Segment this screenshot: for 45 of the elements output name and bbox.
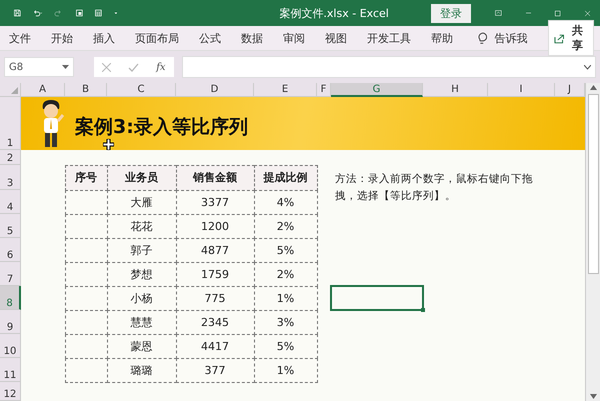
login-button[interactable]: 登录 — [430, 4, 471, 22]
row-header[interactable]: 8 — [0, 286, 21, 310]
column-header[interactable]: I — [488, 83, 555, 97]
row-header[interactable]: 10 — [0, 334, 21, 358]
column-header[interactable]: A — [21, 83, 65, 97]
row-header[interactable]: 1 — [0, 97, 21, 150]
ribbon-tab[interactable]: 开发工具 — [367, 30, 411, 46]
ribbon-tab[interactable]: 视图 — [325, 30, 347, 46]
ribbon-tab[interactable]: 插入 — [93, 30, 115, 46]
ribbon-tab[interactable]: 公式 — [199, 30, 221, 46]
ribbon-tab[interactable]: 文件 — [9, 30, 31, 46]
column-header[interactable]: D — [176, 83, 254, 97]
table-header-cell: 业务员 — [106, 164, 176, 190]
table-header-cell: 提成比例 — [254, 164, 318, 190]
row-header[interactable]: 11 — [0, 358, 21, 382]
row-header[interactable]: 3 — [0, 165, 21, 190]
row-header[interactable]: 12 — [0, 382, 21, 401]
name-box[interactable]: G8 — [4, 57, 74, 77]
ribbon-tab[interactable]: 帮助 — [431, 30, 453, 46]
share-button[interactable]: 共享 — [548, 20, 594, 56]
row-header[interactable]: 4 — [0, 190, 21, 214]
column-header[interactable]: E — [254, 83, 317, 97]
note-text: 方法：录入前两个数字，鼠标右键向下拖拽，选择【等比序列】。 — [334, 172, 534, 204]
table-header-cell: 销售金额 — [176, 164, 254, 190]
window-title: 案例文件.xlsx - Excel — [279, 6, 389, 20]
column-header[interactable]: H — [423, 83, 488, 97]
table-cell: 1% — [254, 358, 318, 382]
row-header[interactable]: 7 — [0, 262, 21, 286]
row-header[interactable]: 5 — [0, 214, 21, 238]
column-header[interactable]: J — [555, 83, 585, 97]
column-header[interactable]: G — [331, 83, 423, 97]
insert-function-button[interactable]: fx — [156, 62, 166, 72]
ribbon-tab[interactable]: 开始 — [51, 30, 73, 46]
row-header[interactable]: 6 — [0, 238, 21, 262]
tell-me-field[interactable]: 告诉我 — [494, 30, 528, 46]
ribbon-tab[interactable]: 页面布局 — [135, 30, 179, 46]
column-header[interactable]: F — [317, 83, 331, 97]
ribbon-tab[interactable]: 数据 — [241, 30, 263, 46]
row-header[interactable]: 9 — [0, 310, 21, 334]
table-header-cell: 序号 — [64, 164, 108, 190]
column-header[interactable]: B — [65, 83, 107, 97]
column-header[interactable]: C — [107, 83, 176, 97]
row-header[interactable]: 2 — [0, 150, 21, 165]
banner-title: 案例3:录入等比序列 — [75, 114, 248, 140]
ribbon-tab[interactable]: 审阅 — [283, 30, 305, 46]
